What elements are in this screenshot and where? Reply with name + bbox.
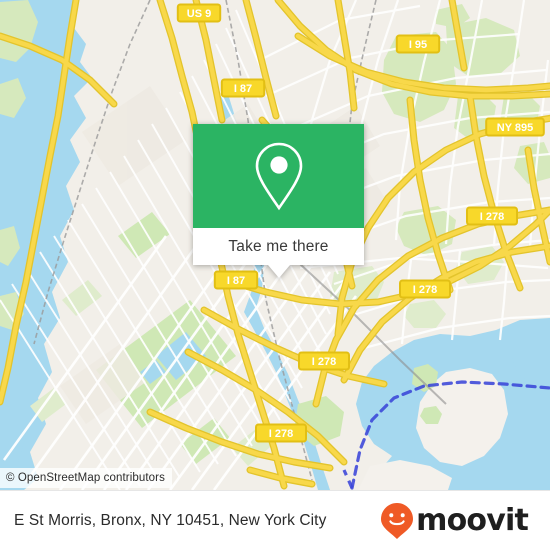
highway-shield: NY 895 bbox=[485, 117, 545, 137]
highway-shield: I 278 bbox=[255, 423, 307, 443]
highway-shield-label: I 87 bbox=[234, 83, 252, 95]
highway-shield: I 278 bbox=[399, 279, 451, 299]
highway-shield-label: I 278 bbox=[312, 356, 336, 368]
highway-shield-label: I 95 bbox=[409, 39, 427, 51]
highway-shield: I 278 bbox=[466, 206, 518, 226]
map-attribution[interactable]: © OpenStreetMap contributors bbox=[0, 468, 172, 488]
highway-shield-label: I 278 bbox=[413, 284, 437, 296]
highway-shield: US 9 bbox=[176, 3, 222, 23]
location-address: E St Morris, Bronx, NY 10451, New York C… bbox=[14, 511, 327, 529]
highway-shield: I 95 bbox=[395, 34, 441, 54]
highway-shield: I 87 bbox=[213, 270, 259, 290]
highway-shield: I 278 bbox=[298, 351, 350, 371]
map-screenshot: US 9 I 95 I 87 NY 895 I 278 I 87 I 278 I 278 I 2… bbox=[0, 0, 550, 550]
moovit-pin-smiley-icon bbox=[381, 502, 414, 539]
highway-shield-label: I 278 bbox=[269, 428, 293, 440]
map-canvas[interactable]: US 9 I 95 I 87 NY 895 I 278 I 87 I 278 I 278 I 2… bbox=[0, 0, 550, 490]
footer-bar: E St Morris, Bronx, NY 10451, New York C… bbox=[0, 490, 550, 550]
take-me-there-button[interactable]: Take me there bbox=[193, 228, 364, 265]
moovit-wordmark: moovit bbox=[416, 502, 529, 538]
highway-shield-label: US 9 bbox=[187, 8, 211, 20]
location-popup[interactable]: Take me there bbox=[193, 124, 364, 278]
popup-header bbox=[193, 124, 364, 228]
map-pin-icon bbox=[255, 142, 302, 211]
highway-shield-label: I 278 bbox=[480, 211, 504, 223]
highway-shield: I 87 bbox=[220, 78, 266, 98]
highway-shield-label: NY 895 bbox=[497, 122, 534, 134]
moovit-logo[interactable]: moovit bbox=[380, 502, 529, 540]
highway-shield-label: I 87 bbox=[227, 275, 245, 287]
popup-pointer-tail bbox=[267, 265, 290, 278]
